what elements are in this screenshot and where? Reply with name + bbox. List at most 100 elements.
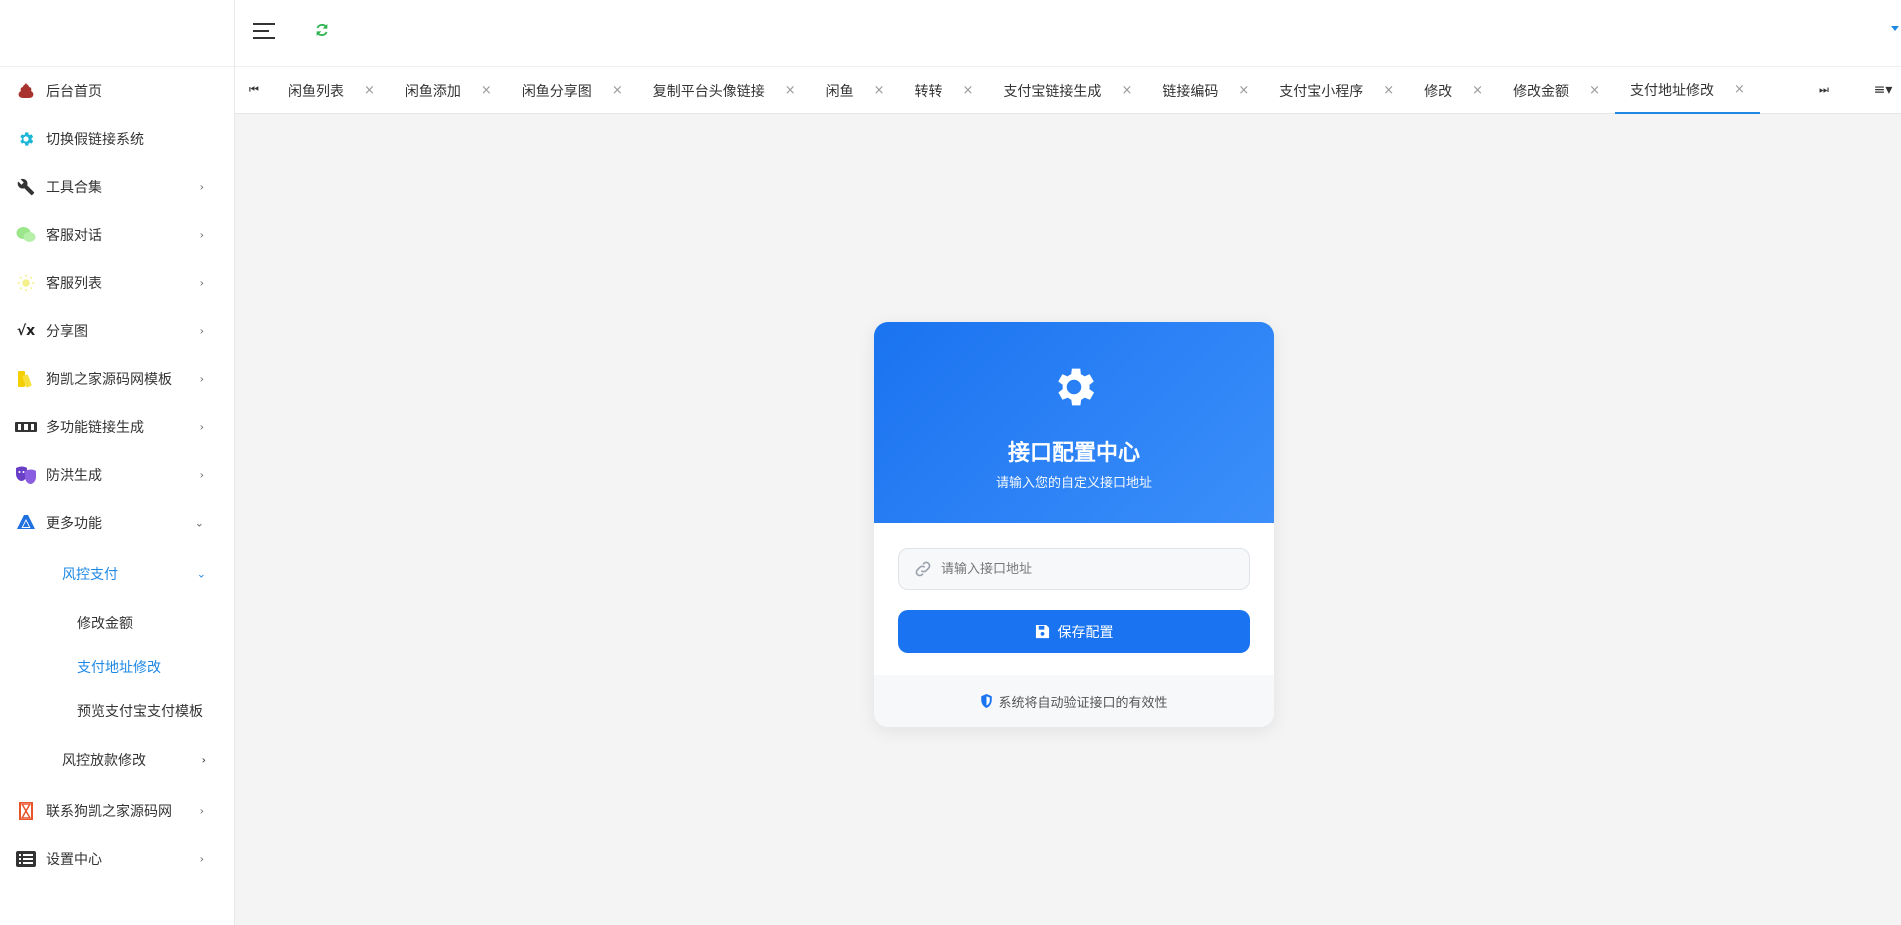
chevron-right-icon: › [199, 804, 204, 818]
refresh-icon[interactable] [314, 22, 330, 38]
tab-item[interactable]: 闲鱼 × [811, 67, 900, 114]
sidebar-item-label: 设置中心 [46, 852, 102, 868]
sidebar-item-label: 多功能链接生成 [46, 420, 144, 436]
tab-item[interactable]: 闲鱼列表 × [273, 67, 390, 114]
sidebar-subitem-risk-payment[interactable]: 风控支付 ⌄ [0, 547, 234, 601]
sidebar-subitem-risk-loan[interactable]: 风控放款修改 › [0, 733, 234, 787]
tab-label: 闲鱼添加 [404, 83, 461, 100]
tab-item[interactable]: 闲鱼分享图 × [507, 67, 638, 114]
swatch-icon [15, 368, 37, 390]
api-config-card: 接口配置中心 请输入您的自定义接口地址 保存配置 系统将自动验证接口的有效性 [874, 322, 1274, 727]
close-icon[interactable]: × [364, 83, 375, 98]
sidebar-item-label: 客服对话 [46, 228, 102, 244]
sidebar-item-share-image[interactable]: √x 分享图 › [0, 307, 234, 355]
sidebar-item-settings[interactable]: 设置中心 › [0, 835, 234, 883]
close-icon[interactable]: × [874, 83, 885, 98]
sidebar-subitem-label: 风控放款修改 [62, 753, 146, 769]
tab-scroll-left-icon[interactable]: ⏮ [235, 67, 273, 113]
sidebar-item-more[interactable]: 更多功能 ⌄ [0, 499, 234, 547]
link-icon [915, 561, 931, 577]
sidebar-item-service-list[interactable]: 客服列表 › [0, 259, 234, 307]
card-footer: 系统将自动验证接口的有效性 [874, 675, 1274, 727]
close-icon[interactable]: × [1472, 83, 1483, 98]
tab-item[interactable]: 修改金额 × [1498, 67, 1615, 114]
card-header: 接口配置中心 请输入您的自定义接口地址 [874, 322, 1274, 523]
sidebar-subsubitem-label: 修改金额 [77, 616, 133, 632]
tabs-list: 闲鱼列表 × 闲鱼添加 × 闲鱼分享图 × 复制平台头像链接 × 闲鱼 × 转转 × 支付宝链接生成 × 链… [273, 67, 1760, 114]
card-title: 接口配置中心 [1007, 441, 1140, 466]
tab-label: 修改 [1424, 83, 1453, 100]
hourglass-icon [15, 800, 37, 822]
sidebar-item-multi-link[interactable]: 多功能链接生成 › [0, 403, 234, 451]
poop-icon [15, 80, 37, 102]
sidebar-item-label: 后台首页 [46, 84, 102, 100]
shield-icon [981, 694, 993, 708]
sidebar-item-tools[interactable]: 工具合集 › [0, 163, 234, 211]
tab-label: 闲鱼列表 [288, 83, 344, 100]
list-icon [15, 848, 37, 870]
close-icon[interactable]: × [481, 83, 492, 98]
tab-item[interactable]: 复制平台头像链接 × [638, 67, 811, 114]
sidebar-item-label: 联系狗凯之家源码网 [46, 804, 172, 820]
chevron-down-icon: ⌄ [194, 516, 204, 530]
delta-icon [15, 512, 37, 534]
tab-menu-icon[interactable]: ≡▾ [1865, 67, 1901, 113]
chevron-down-icon: ⌄ [196, 567, 206, 581]
tab-label: 修改金额 [1513, 83, 1570, 100]
save-config-button[interactable]: 保存配置 [898, 610, 1250, 653]
tab-label: 链接编码 [1162, 83, 1219, 100]
wrench-icon [15, 176, 37, 198]
chevron-right-icon: › [199, 276, 204, 290]
sidebar-logo-area [0, 0, 234, 67]
tab-label: 支付宝链接生成 [1003, 83, 1102, 100]
api-url-input[interactable] [941, 561, 1249, 577]
tab-scroll-right-icon[interactable]: ⏭ [1805, 67, 1843, 113]
close-icon[interactable]: × [1121, 83, 1132, 98]
close-icon[interactable]: × [1383, 83, 1394, 98]
sidebar-item-chat[interactable]: 客服对话 › [0, 211, 234, 259]
tab-label: 闲鱼 [825, 83, 854, 100]
gear-icon [15, 128, 37, 150]
tab-label: 闲鱼分享图 [521, 83, 592, 100]
chevron-right-icon: › [201, 753, 206, 767]
chevron-right-icon: › [199, 228, 204, 242]
film-icon [15, 416, 37, 438]
sidebar-item-template[interactable]: 狗凯之家源码网模板 › [0, 355, 234, 403]
close-icon[interactable]: × [1734, 82, 1745, 97]
save-config-label: 保存配置 [1057, 623, 1114, 640]
sidebar-item-switch-link[interactable]: 切换假链接系统 [0, 115, 234, 163]
sidebar-subsubitem-preview-alipay[interactable]: 预览支付宝支付模板 [0, 689, 234, 733]
footer-note: 系统将自动验证接口的有效性 [998, 695, 1168, 711]
close-icon[interactable]: × [963, 83, 974, 98]
user-dropdown-caret-icon[interactable] [1891, 26, 1899, 31]
close-icon[interactable]: × [1238, 83, 1249, 98]
tab-item[interactable]: 链接编码 × [1147, 67, 1264, 114]
tab-item[interactable]: 支付地址修改 × [1614, 67, 1760, 114]
wechat-icon [15, 224, 37, 246]
sidebar-subsubitem-modify-amount[interactable]: 修改金额 [0, 601, 234, 645]
tab-item[interactable]: 修改 × [1409, 67, 1498, 114]
chevron-right-icon: › [199, 420, 204, 434]
hamburger-menu-icon[interactable] [253, 23, 275, 41]
close-icon[interactable]: × [785, 83, 796, 98]
tab-item[interactable]: 支付宝小程序 × [1264, 67, 1409, 114]
sidebar-item-home[interactable]: 后台首页 [0, 67, 234, 115]
card-subtitle: 请输入您的自定义接口地址 [995, 476, 1152, 491]
close-icon[interactable]: × [1589, 83, 1600, 98]
chevron-right-icon: › [199, 852, 204, 866]
sidebar-item-label: 工具合集 [46, 180, 102, 196]
sidebar-item-label: 狗凯之家源码网模板 [46, 372, 172, 388]
close-icon[interactable]: × [612, 83, 623, 98]
sidebar-item-contact[interactable]: 联系狗凯之家源码网 › [0, 787, 234, 835]
sidebar-subsubitem-payment-address[interactable]: 支付地址修改 [0, 645, 234, 689]
sidebar-item-label: 更多功能 [46, 516, 102, 532]
tab-item[interactable]: 转转 × [900, 67, 989, 114]
tab-item[interactable]: 闲鱼添加 × [390, 67, 507, 114]
tab-item[interactable]: 支付宝链接生成 × [988, 67, 1147, 114]
sidebar-nav: 后台首页 切换假链接系统 工具合集 › 客服对话 › 客服列表 › √x 分享图… [0, 67, 234, 547]
chevron-right-icon: › [199, 180, 204, 194]
sidebar-item-label: 客服列表 [46, 276, 102, 292]
sidebar-item-anti-flood[interactable]: 防洪生成 › [0, 451, 234, 499]
sidebar-item-label: 切换假链接系统 [46, 132, 144, 148]
card-body: 保存配置 [874, 523, 1274, 675]
